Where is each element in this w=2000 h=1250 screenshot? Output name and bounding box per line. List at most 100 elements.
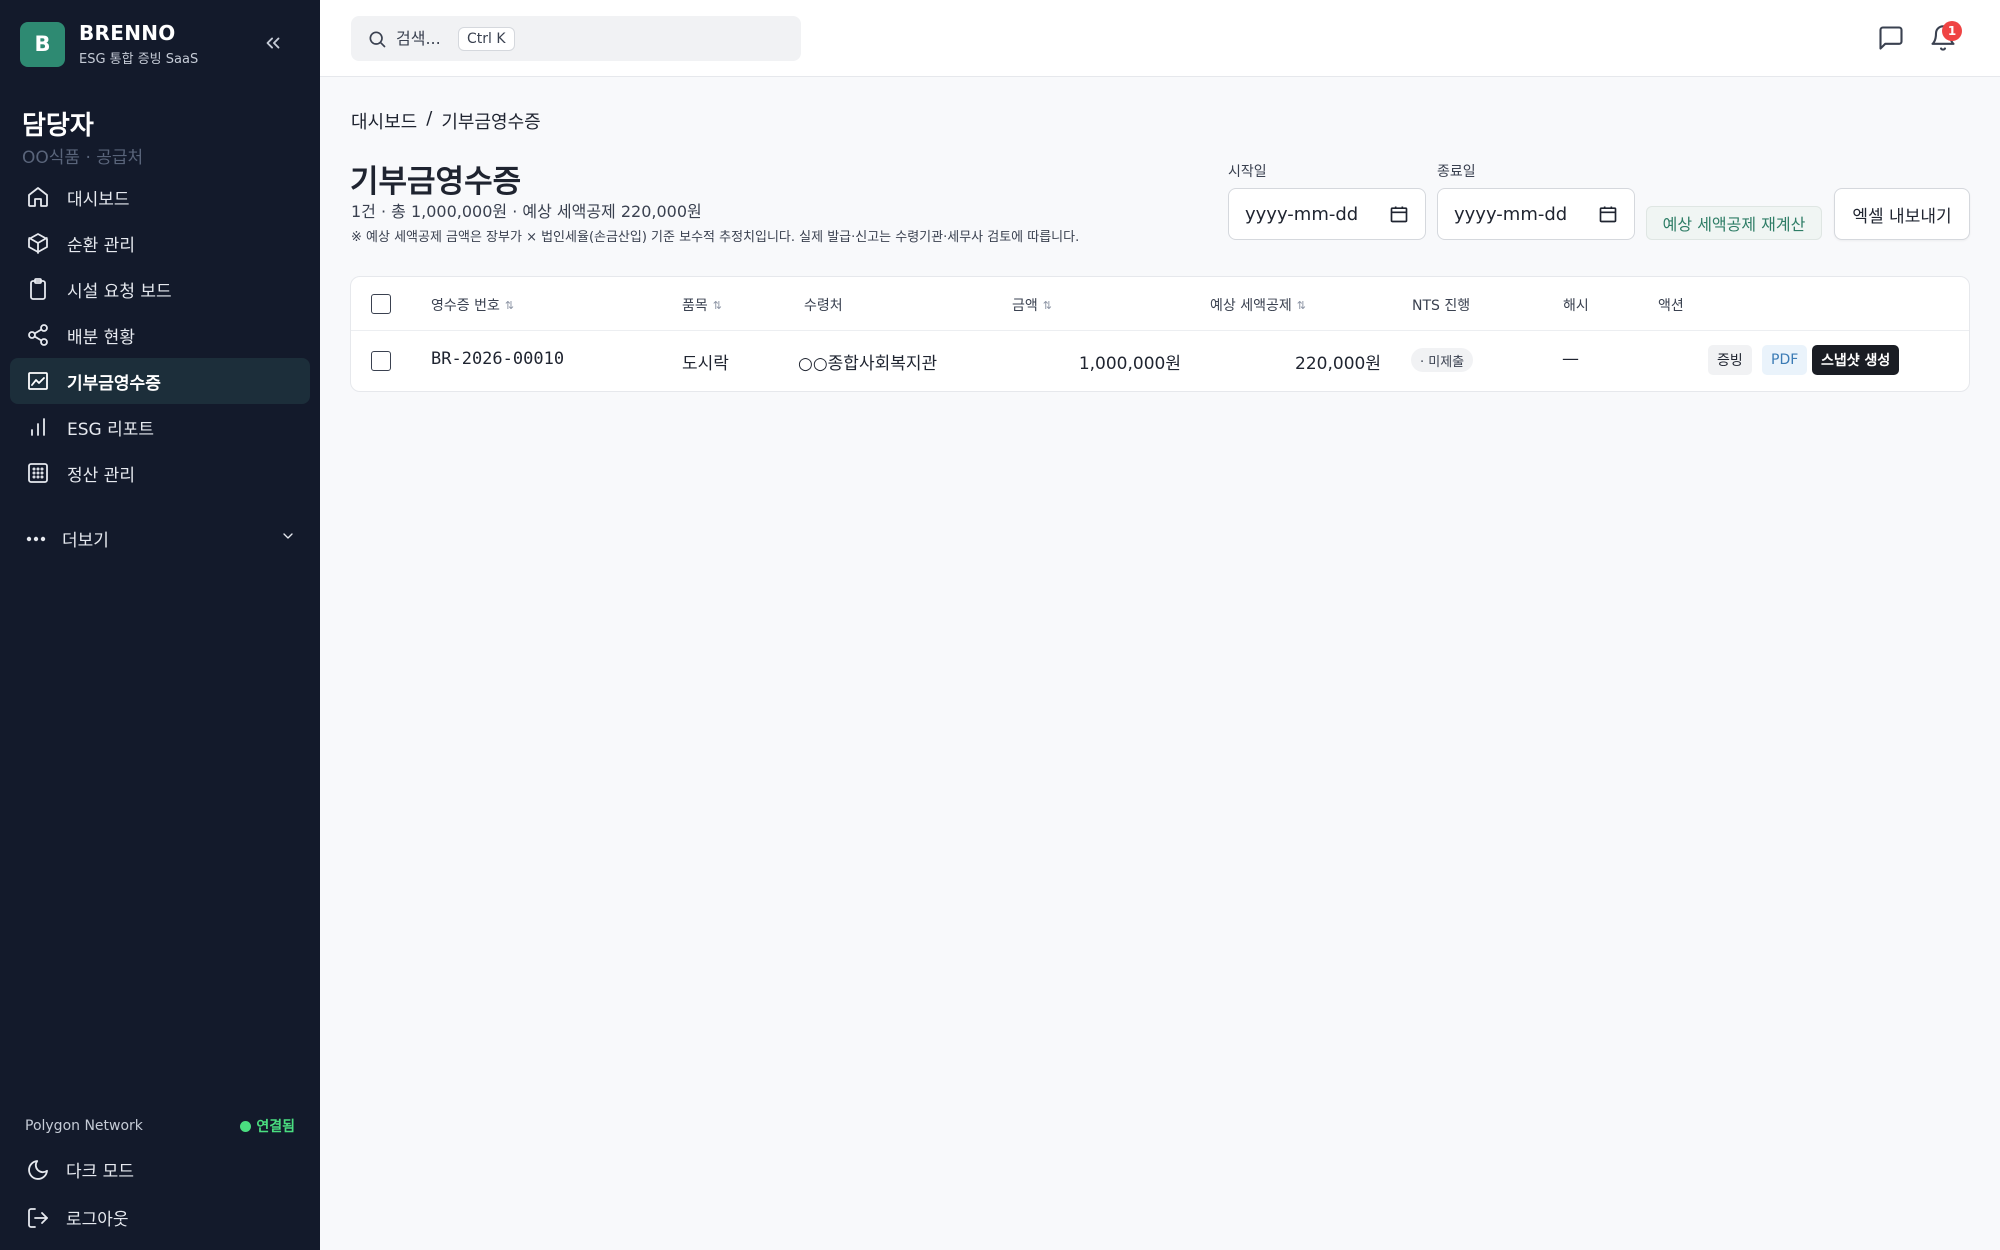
network-connection: 연결됨 <box>240 1116 295 1136</box>
sidebar-item-esg-report[interactable]: ESG 리포트 <box>10 404 310 450</box>
breadcrumb: 대시보드 / 기부금영수증 <box>351 108 541 134</box>
export-excel-button[interactable]: 엑셀 내보내기 <box>1834 188 1970 240</box>
column-label: NTS 진행 <box>1412 298 1471 314</box>
row-checkbox[interactable] <box>371 351 391 371</box>
start-date-field[interactable]: yyyy-mm-dd <box>1228 188 1426 240</box>
notification-badge: 1 <box>1942 21 1962 41</box>
sidebar-item-label: 대시보드 <box>67 189 130 210</box>
cell-amount: 1,000,000원 <box>1078 354 1181 374</box>
column-header-tax-credit[interactable]: 예상 세액공제 ⇅ <box>1210 295 1306 315</box>
cell-item: 도시락 <box>682 354 729 374</box>
search-input[interactable] <box>396 29 452 48</box>
recalc-tax-credit-button[interactable]: 예상 세액공제 재계산 <box>1646 206 1822 240</box>
create-snapshot-button[interactable]: 스냅샷 생성 <box>1812 345 1900 375</box>
more-label: 더보기 <box>62 531 109 551</box>
page-summary: 1건 · 총 1,000,000원 · 예상 세액공제 220,000원 <box>351 202 702 221</box>
message-icon[interactable] <box>1877 24 1905 52</box>
page-disclaimer: ※ 예상 세액공제 금액은 장부가 × 법인세율(손금산입) 기준 보수적 추정… <box>351 230 1080 245</box>
bar-chart-icon <box>31 418 45 436</box>
sidebar-item-label: ESG 리포트 <box>67 419 155 440</box>
home-icon <box>28 187 48 207</box>
sidebar-item-dashboard[interactable]: 대시보드 <box>10 174 310 220</box>
receipt-icon <box>28 372 48 390</box>
network-status: Polygon Network 연결됨 <box>25 1116 295 1136</box>
sidebar: B BRENNO ESG 통합 증빙 SaaS 담당자 OO식품 · 공급처 대… <box>0 0 320 1250</box>
sidebar-item-label: 순환 관리 <box>67 235 135 256</box>
logout-button[interactable]: 로그아웃 <box>26 1205 129 1230</box>
end-date-field[interactable]: yyyy-mm-dd <box>1437 188 1635 240</box>
dark-mode-toggle[interactable]: 다크 모드 <box>26 1157 134 1182</box>
dark-mode-label: 다크 모드 <box>66 1162 134 1182</box>
column-header-hash: 해시 <box>1563 295 1589 315</box>
brand-subtitle: ESG 통합 증빙 SaaS <box>79 52 199 67</box>
status-dot <box>240 1120 252 1132</box>
sort-icon: ⇅ <box>504 298 515 312</box>
search-icon <box>369 31 386 47</box>
column-label: 금액 <box>1012 298 1038 314</box>
chevron-down-icon <box>283 533 293 539</box>
topbar: Ctrl K 1 <box>320 0 2000 77</box>
share-icon <box>28 324 48 346</box>
user-info: 담당자 OO식품 · 공급처 <box>22 105 143 168</box>
start-date-value: yyyy-mm-dd <box>1245 203 1359 225</box>
status-badge: · 미제출 <box>1411 348 1474 372</box>
sidebar-item-label: 기부금영수증 <box>67 373 161 394</box>
sidebar-item-label: 배분 현황 <box>67 327 135 348</box>
column-label: 품목 <box>682 298 708 314</box>
calendar-icon[interactable] <box>1389 204 1409 224</box>
column-header-amount[interactable]: 금액 ⇅ <box>1012 295 1052 315</box>
cell-receipt-no[interactable]: BR-2026-00010 <box>431 349 564 369</box>
sidebar-item-settlement[interactable]: 정산 관리 <box>10 450 310 496</box>
start-date-label: 시작일 <box>1228 164 1267 180</box>
sidebar-item-donation-receipts[interactable]: 기부금영수증 <box>10 358 310 404</box>
network-name: Polygon Network <box>25 1118 143 1134</box>
column-header-nts-status: NTS 진행 <box>1412 295 1470 315</box>
cell-recipient: ○○종합사회복지관 <box>798 354 938 374</box>
logout-label: 로그아웃 <box>66 1210 129 1230</box>
user-role: 담당자 <box>22 111 94 141</box>
sidebar-item-facility-requests[interactable]: 시설 요청 보드 <box>10 266 310 312</box>
sidebar-item-label: 정산 관리 <box>67 465 135 486</box>
column-header-recipient: 수령처 <box>804 295 843 315</box>
brand-name: BRENNO <box>79 21 176 45</box>
search-bar[interactable]: Ctrl K <box>351 16 801 61</box>
cube-icon <box>28 233 48 254</box>
column-header-receipt-no[interactable]: 영수증 번호 ⇅ <box>431 295 514 315</box>
brand-logo: B <box>20 21 65 67</box>
collapse-sidebar-icon[interactable] <box>262 32 284 54</box>
sidebar-item-label: 시설 요청 보드 <box>67 281 172 302</box>
header-divider <box>351 330 1969 331</box>
clipboard-icon <box>30 278 46 300</box>
brand[interactable]: B BRENNO ESG 통합 증빙 SaaS <box>20 21 198 67</box>
logout-icon <box>28 1207 48 1228</box>
column-header-actions: 액션 <box>1658 295 1684 315</box>
network-status-text: 연결됨 <box>256 1119 295 1135</box>
cell-hash: — <box>1562 349 1579 369</box>
sort-icon: ⇅ <box>712 298 722 312</box>
calculator-icon <box>28 463 48 483</box>
breadcrumb-home[interactable]: 대시보드 <box>351 108 417 134</box>
sidebar-more-toggle[interactable]: 더보기 <box>26 526 296 551</box>
sidebar-item-distribution[interactable]: 배분 현황 <box>10 312 310 358</box>
column-label: 수령처 <box>804 298 843 314</box>
receipts-table: 영수증 번호 ⇅ 품목 ⇅ 수령처 금액 ⇅ 예상 세액공제 ⇅ NTS 진행 해시 액… <box>350 276 1970 392</box>
column-header-item[interactable]: 품목 ⇅ <box>682 295 722 315</box>
end-date-value: yyyy-mm-dd <box>1454 203 1568 225</box>
moon-icon <box>28 1159 48 1180</box>
sidebar-nav: 대시보드 순환 관리 시설 요청 보드 배분 현황 기부금영수증 ESG 리포트… <box>10 174 310 496</box>
sort-icon: ⇅ <box>1042 298 1052 312</box>
column-label: 예상 세액공제 <box>1210 298 1292 314</box>
proof-button[interactable]: 증빙 <box>1708 345 1752 375</box>
pdf-button[interactable]: PDF <box>1762 345 1808 375</box>
calendar-icon[interactable] <box>1598 204 1618 224</box>
user-org: OO식품 · 공급처 <box>22 148 144 168</box>
column-label: 해시 <box>1563 298 1589 314</box>
breadcrumb-current: 기부금영수증 <box>441 112 541 133</box>
search-shortcut: Ctrl K <box>458 26 515 51</box>
sidebar-item-circulation[interactable]: 순환 관리 <box>10 220 310 266</box>
column-label: 액션 <box>1658 298 1684 314</box>
select-all-checkbox[interactable] <box>371 294 391 314</box>
sort-icon: ⇅ <box>1296 298 1306 312</box>
page-title: 기부금영수증 <box>350 164 522 200</box>
end-date-label: 종료일 <box>1437 164 1476 180</box>
